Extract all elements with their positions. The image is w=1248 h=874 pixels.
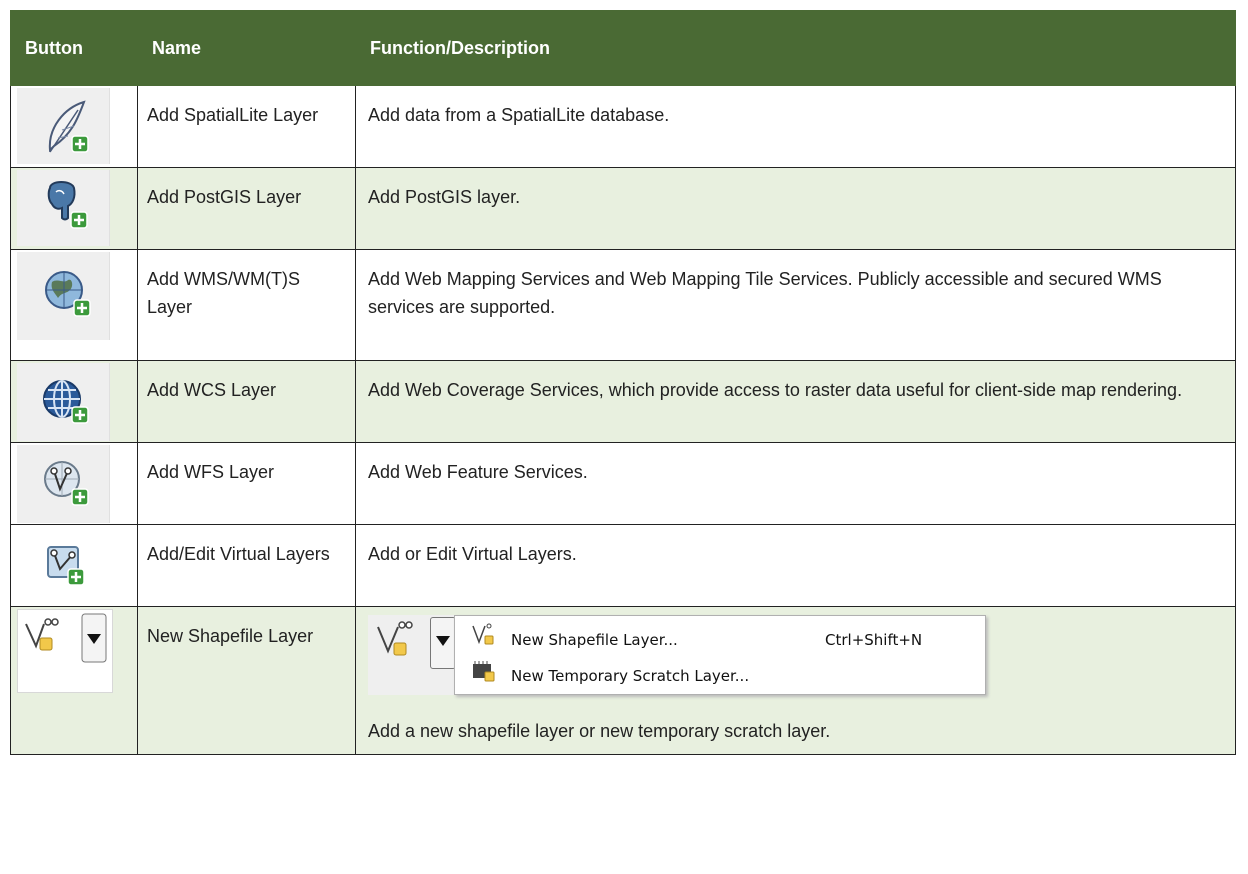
menu-item-label: New Shapefile Layer...	[511, 631, 678, 649]
dropdown-menu: New Shapefile Layer... Ctrl+Shift+N New …	[454, 615, 986, 695]
table-header-row: Button Name Function/Description	[10, 10, 1236, 86]
row-name: Add WMS/WM(T)S Layer	[137, 249, 356, 361]
virtual-layer-icon[interactable]	[17, 527, 109, 605]
menu-item-new-shapefile[interactable]: New Shapefile Layer... Ctrl+Shift+N	[455, 618, 985, 652]
menu-item-new-scratch-layer[interactable]: New Temporary Scratch Layer...	[455, 654, 985, 688]
row-name: Add WFS Layer	[137, 442, 356, 525]
button-cell	[10, 606, 138, 755]
table-row: Add WFS Layer Add Web Feature Services.	[10, 442, 1236, 525]
menu-item-label: New Temporary Scratch Layer...	[511, 667, 750, 685]
button-cell	[10, 524, 138, 607]
row-description: Add or Edit Virtual Layers.	[355, 524, 1236, 607]
postgis-elephant-icon[interactable]	[17, 170, 110, 246]
row-name: Add SpatialLite Layer	[137, 85, 356, 168]
button-cell	[10, 442, 138, 525]
button-cell	[10, 167, 138, 250]
table-row: Add PostGIS Layer Add PostGIS layer.	[10, 167, 1236, 250]
header-button: Button	[10, 10, 138, 86]
table-row: Add SpatialLite Layer Add data from a Sp…	[10, 85, 1236, 168]
row-name: New Shapefile Layer	[137, 606, 356, 755]
shapefile-dropdown-illustration: New Shapefile Layer... Ctrl+Shift+N New …	[368, 615, 1223, 695]
row-description-text: Add a new shapefile layer or new tempora…	[368, 721, 831, 741]
dropdown-arrow-icon[interactable]	[430, 617, 456, 669]
table-row: Add WMS/WM(T)S Layer Add Web Mapping Ser…	[10, 249, 1236, 361]
row-description: Add PostGIS layer.	[355, 167, 1236, 250]
wms-globe-icon[interactable]	[17, 252, 110, 340]
table-row: Add WCS Layer Add Web Coverage Services,…	[10, 360, 1236, 443]
row-description: Add Web Mapping Services and Web Mapping…	[355, 249, 1236, 361]
scratch-layer-icon	[473, 661, 495, 682]
table-row: Add/Edit Virtual Layers Add or Edit Virt…	[10, 524, 1236, 607]
toolbar-buttons-table: Button Name Function/Description Add Spa…	[10, 10, 1236, 755]
row-name: Add PostGIS Layer	[137, 167, 356, 250]
button-cell	[10, 360, 138, 443]
button-cell	[10, 249, 138, 361]
header-name: Name	[137, 10, 356, 86]
wcs-globe-icon[interactable]	[17, 363, 110, 441]
row-name: Add WCS Layer	[137, 360, 356, 443]
new-shapefile-small-icon	[472, 623, 494, 645]
menu-item-shortcut: Ctrl+Shift+N	[825, 631, 923, 649]
new-shapefile-dropdown-button[interactable]	[368, 615, 460, 695]
row-description: New Shapefile Layer... Ctrl+Shift+N New …	[355, 606, 1236, 755]
button-cell	[10, 85, 138, 168]
header-description: Function/Description	[355, 10, 1236, 86]
row-description: Add Web Coverage Services, which provide…	[355, 360, 1236, 443]
table-row: New Shapefile Layer New Shapefile Layer.…	[10, 606, 1236, 755]
spatialite-feather-icon[interactable]	[17, 88, 110, 164]
row-name: Add/Edit Virtual Layers	[137, 524, 356, 607]
row-description: Add data from a SpatialLite database.	[355, 85, 1236, 168]
wfs-globe-icon[interactable]	[17, 445, 110, 523]
new-shapefile-icon[interactable]	[17, 609, 113, 693]
row-description: Add Web Feature Services.	[355, 442, 1236, 525]
